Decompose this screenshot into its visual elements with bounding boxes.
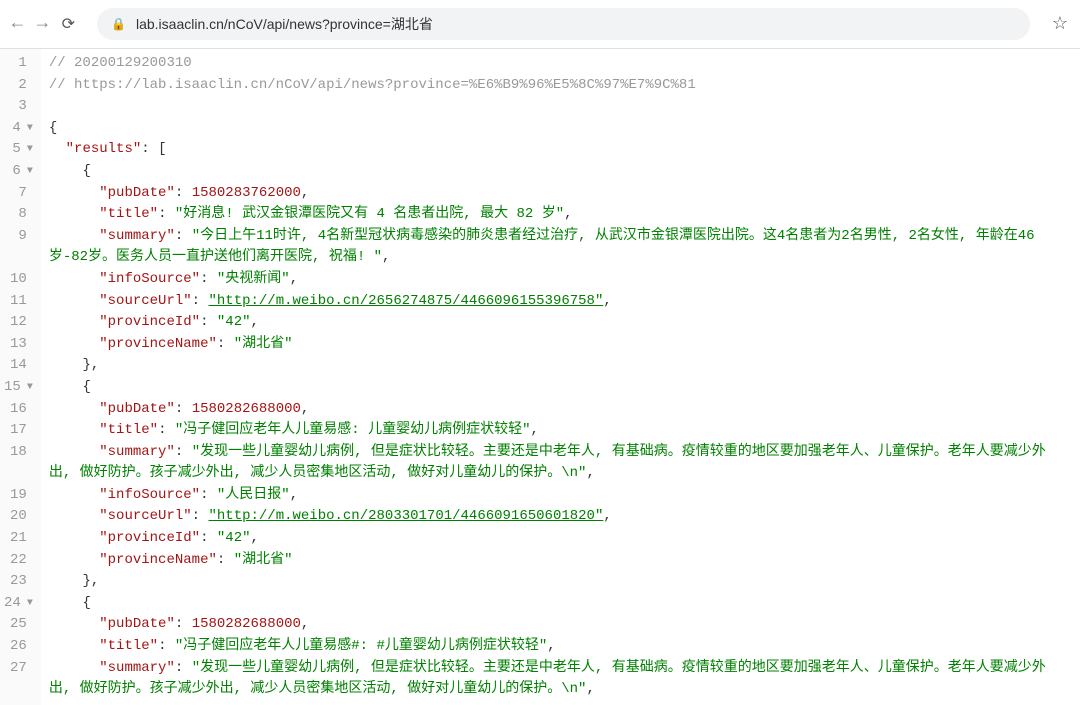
- fold-marker[interactable]: ▼: [27, 118, 33, 140]
- line-number: 5▼: [4, 139, 33, 161]
- fold-marker[interactable]: ▼: [27, 139, 33, 161]
- lock-icon: 🔒: [111, 17, 126, 32]
- reload-button[interactable]: ⟳: [62, 14, 75, 34]
- line-number: 1: [4, 53, 33, 75]
- line-number: 2: [4, 75, 33, 97]
- browser-toolbar: ← → ⟳ 🔒 lab.isaaclin.cn/nCoV/api/news?pr…: [0, 0, 1080, 49]
- code-line: "provinceId": "42",: [49, 528, 1072, 550]
- code-line: "results": [: [49, 139, 1072, 161]
- line-number: 3: [4, 96, 33, 118]
- code-viewer: 1234▼5▼6▼789101112131415▼161718192021222…: [0, 49, 1080, 705]
- code-line: "provinceName": "湖北省": [49, 334, 1072, 356]
- code-line: "pubDate": 1580282688000,: [49, 399, 1072, 421]
- code-content[interactable]: // 20200129200310// https://lab.isaaclin…: [41, 49, 1080, 705]
- line-number: 26: [4, 636, 33, 658]
- code-line: "infoSource": "人民日报",: [49, 485, 1072, 507]
- fold-marker[interactable]: ▼: [27, 593, 33, 615]
- code-line: // https://lab.isaaclin.cn/nCoV/api/news…: [49, 75, 1072, 97]
- line-number: 9: [4, 226, 33, 248]
- code-line: {: [49, 118, 1072, 140]
- line-number: 8: [4, 204, 33, 226]
- code-line: "title": "冯子健回应老年人儿童易感#: #儿童婴幼儿病例症状较轻",: [49, 636, 1072, 658]
- bookmark-star-icon[interactable]: ☆: [1052, 13, 1068, 35]
- code-line: "pubDate": 1580282688000,: [49, 614, 1072, 636]
- line-number: 6▼: [4, 161, 33, 183]
- line-number: [4, 463, 33, 485]
- code-line: "pubDate": 1580283762000,: [49, 183, 1072, 205]
- line-number: 25: [4, 614, 33, 636]
- code-line: "sourceUrl": "http://m.weibo.cn/28033017…: [49, 506, 1072, 528]
- line-number: 16: [4, 399, 33, 421]
- code-line: [49, 96, 1072, 118]
- line-number-gutter: 1234▼5▼6▼789101112131415▼161718192021222…: [0, 49, 41, 705]
- line-number: 12: [4, 312, 33, 334]
- line-number: 23: [4, 571, 33, 593]
- code-line: },: [49, 571, 1072, 593]
- code-line: {: [49, 161, 1072, 183]
- code-line: "title": "好消息! 武汉金银潭医院又有 4 名患者出院, 最大 82 …: [49, 204, 1072, 226]
- address-bar[interactable]: 🔒 lab.isaaclin.cn/nCoV/api/news?province…: [97, 8, 1030, 40]
- code-line: "summary": "发现一些儿童婴幼儿病例, 但是症状比较轻。主要还是中老年…: [49, 442, 1072, 464]
- line-number: 19: [4, 485, 33, 507]
- code-line: "sourceUrl": "http://m.weibo.cn/26562748…: [49, 291, 1072, 313]
- line-number: 7: [4, 183, 33, 205]
- forward-button[interactable]: →: [37, 14, 48, 34]
- line-number: 22: [4, 550, 33, 572]
- url-text: lab.isaaclin.cn/nCoV/api/news?province=湖…: [136, 14, 1016, 34]
- line-number: 15▼: [4, 377, 33, 399]
- code-line: "summary": "发现一些儿童婴幼儿病例, 但是症状比较轻。主要还是中老年…: [49, 658, 1072, 680]
- line-number: 4▼: [4, 118, 33, 140]
- line-number: 21: [4, 528, 33, 550]
- code-line: {: [49, 593, 1072, 615]
- code-line: "summary": "今日上午11时许, 4名新型冠状病毒感染的肺炎患者经过治…: [49, 226, 1072, 248]
- back-button[interactable]: ←: [12, 14, 23, 34]
- line-number: 13: [4, 334, 33, 356]
- code-line: // 20200129200310: [49, 53, 1072, 75]
- line-number: 10: [4, 269, 33, 291]
- code-line: "provinceId": "42",: [49, 312, 1072, 334]
- fold-marker[interactable]: ▼: [27, 161, 33, 183]
- code-line: "title": "冯子健回应老年人儿童易感: 儿童婴幼儿病例症状较轻",: [49, 420, 1072, 442]
- code-line: 出, 做好防护。孩子减少外出, 减少人员密集地区活动, 做好对儿童幼儿的保护。\…: [49, 463, 1072, 485]
- code-line: },: [49, 355, 1072, 377]
- code-line: {: [49, 377, 1072, 399]
- line-number: [4, 679, 33, 701]
- line-number: 20: [4, 506, 33, 528]
- code-line: 岁-82岁。医务人员一直护送他们离开医院, 祝福! ",: [49, 247, 1072, 269]
- line-number: 18: [4, 442, 33, 464]
- fold-marker[interactable]: ▼: [27, 377, 33, 399]
- line-number: [4, 247, 33, 269]
- line-number: 11: [4, 291, 33, 313]
- line-number: 24▼: [4, 593, 33, 615]
- code-line: "provinceName": "湖北省": [49, 550, 1072, 572]
- code-line: "infoSource": "央视新闻",: [49, 269, 1072, 291]
- line-number: 14: [4, 355, 33, 377]
- line-number: 27: [4, 658, 33, 680]
- line-number: 17: [4, 420, 33, 442]
- code-line: 出, 做好防护。孩子减少外出, 减少人员密集地区活动, 做好对儿童幼儿的保护。\…: [49, 679, 1072, 701]
